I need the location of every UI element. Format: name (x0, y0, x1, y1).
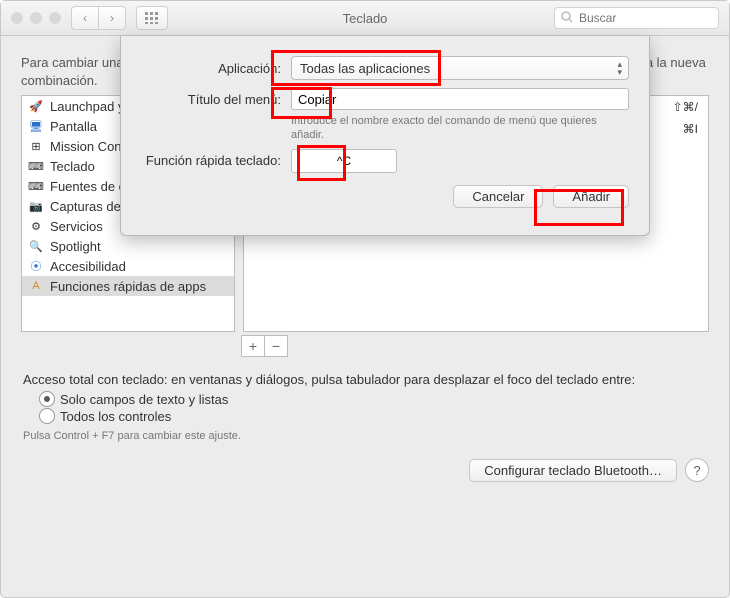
radio-text-lists[interactable]: Solo campos de texto y listas (39, 391, 709, 407)
radio-label: Todos los controles (60, 409, 171, 424)
full-keyboard-access-label: Acceso total con teclado: en ventanas y … (23, 372, 707, 387)
shortcut-keys: ⌘I (683, 122, 698, 136)
sidebar-item-label: Accesibilidad (50, 259, 126, 274)
app-shortcuts-icon: A (28, 278, 44, 294)
chevron-updown-icon: ▴▾ (617, 60, 622, 76)
display-icon: 🖥 (28, 118, 44, 134)
sidebar-item-label: Teclado (50, 159, 95, 174)
application-label: Aplicación: (141, 61, 291, 76)
sidebar-item-label: Servicios (50, 219, 103, 234)
search-icon (561, 11, 573, 26)
radio-all-controls[interactable]: Todos los controles (39, 408, 709, 424)
add-shortcut-button[interactable]: Añadir (553, 185, 629, 208)
camera-icon: 📷 (28, 198, 44, 214)
zoom-icon[interactable] (49, 12, 61, 24)
sidebar-item-label: Spotlight (50, 239, 101, 254)
search-field[interactable] (554, 7, 719, 29)
show-all-button[interactable] (136, 6, 168, 30)
spotlight-icon: 🔍 (28, 238, 44, 254)
add-button[interactable]: + (241, 335, 264, 357)
forward-button[interactable]: › (99, 6, 126, 30)
launchpad-icon: 🚀 (28, 98, 44, 114)
radio-icon (39, 391, 55, 407)
sidebar-item-accessibility[interactable]: ⦿ Accesibilidad (22, 256, 234, 276)
accessibility-icon: ⦿ (28, 258, 44, 274)
menu-title-field[interactable] (291, 88, 629, 110)
remove-button[interactable]: − (264, 335, 288, 357)
cancel-button[interactable]: Cancelar (453, 185, 543, 208)
input-icon: ⌨ (28, 178, 44, 194)
back-button[interactable]: ‹ (71, 6, 99, 30)
application-select[interactable]: Todas las aplicaciones ▴▾ (291, 56, 629, 80)
help-button[interactable]: ? (685, 458, 709, 482)
add-remove-group: + − (241, 335, 709, 357)
sidebar-item-app-shortcuts[interactable]: A Funciones rápidas de apps (22, 276, 234, 296)
add-shortcut-sheet: Aplicación: Todas las aplicaciones ▴▾ Tí… (120, 36, 650, 236)
shortcut-field[interactable] (291, 149, 397, 173)
radio-label: Solo campos de texto y listas (60, 392, 228, 407)
gear-icon: ⚙ (28, 218, 44, 234)
hint-text: Pulsa Control + F7 para cambiar este aju… (23, 430, 707, 442)
keyboard-icon: ⌨ (28, 158, 44, 174)
configure-bluetooth-button[interactable]: Configurar teclado Bluetooth… (469, 459, 677, 482)
titlebar: ‹ › Teclado (1, 1, 729, 36)
search-input[interactable] (577, 10, 730, 26)
minimize-icon[interactable] (30, 12, 42, 24)
shortcut-keys: ⇧⌘/ (673, 100, 698, 114)
sidebar-item-label: Funciones rápidas de apps (50, 279, 206, 294)
menu-title-label: Título del menú: (141, 92, 291, 107)
close-icon[interactable] (11, 12, 23, 24)
nav-group: ‹ › (71, 6, 126, 30)
select-value: Todas las aplicaciones (300, 61, 430, 76)
menu-title-hint: Introduce el nombre exacto del comando d… (291, 114, 629, 143)
grid-icon (145, 12, 159, 24)
shortcut-label: Función rápida teclado: (141, 153, 291, 168)
traffic-lights (11, 12, 61, 24)
sidebar-item-spotlight[interactable]: 🔍 Spotlight (22, 236, 234, 256)
sidebar-item-label: Pantalla (50, 119, 97, 134)
radio-icon (39, 408, 55, 424)
mission-icon: ⊞ (28, 138, 44, 154)
